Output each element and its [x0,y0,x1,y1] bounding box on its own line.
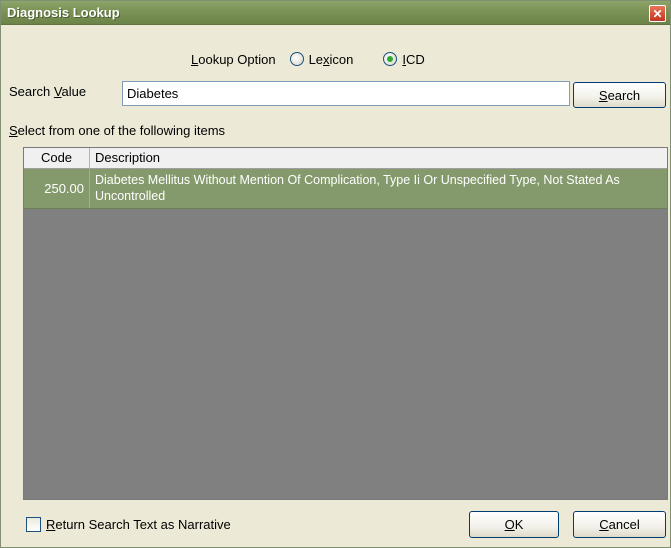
ok-button[interactable]: OK [469,511,559,538]
select-instruction: Select from one of the following items [9,123,225,138]
return-narrative-label: Return Search Text as Narrative [46,517,231,532]
search-value-input[interactable] [122,81,570,106]
column-header-description[interactable]: Description [90,148,667,168]
title-bar[interactable]: Diagnosis Lookup ✕ [1,1,670,25]
radio-icd[interactable]: ICD [383,52,425,67]
narrative-text-after: eturn Search Text as Narrative [55,517,231,532]
cancel-btn-text-after: ancel [608,517,640,532]
radio-lexicon-label: Lexicon [309,52,354,67]
search-button[interactable]: Search [573,82,666,108]
radio-lexicon-circle[interactable] [289,52,304,66]
lookup-option-label: Lookup Option [191,52,276,67]
search-value-mnemonic: V [53,84,62,99]
cancel-button[interactable]: Cancel [573,511,666,538]
lexicon-text-after: icon [329,51,354,67]
search-btn-text-after: earch [607,87,641,103]
close-icon[interactable]: ✕ [649,5,666,22]
cancel-btn-mnemonic: C [599,517,609,532]
search-value-label: Search Value [9,84,86,99]
lexicon-text-before: Le [308,51,324,67]
return-narrative-option[interactable]: Return Search Text as Narrative [26,517,231,532]
lookup-option-text-after: ookup Option [198,51,276,67]
window-title: Diagnosis Lookup [7,5,120,20]
search-value-text-after: alue [61,84,87,99]
search-btn-mnemonic: S [598,87,608,103]
radio-icd-circle[interactable] [383,52,398,66]
lookup-option-group: Lookup Option Lexicon ICD [191,49,455,69]
grid-header: Code Description [24,148,667,169]
diagnosis-lookup-dialog: Diagnosis Lookup ✕ Lookup Option Lexicon… [0,0,671,548]
select-instr-text-after: elect from one of the following items [17,123,226,138]
table-row[interactable]: 250.00 Diabetes Mellitus Without Mention… [24,169,667,209]
results-grid[interactable]: Code Description 250.00 Diabetes Mellitu… [23,147,668,500]
ok-btn-text-after: K [514,517,524,532]
row-code: 250.00 [24,169,90,208]
column-header-code[interactable]: Code [24,148,90,168]
radio-icd-label: ICD [402,52,424,67]
return-narrative-checkbox[interactable] [26,517,41,532]
select-instr-mnemonic: S [9,123,18,138]
ok-btn-mnemonic: O [504,517,515,532]
radio-lexicon[interactable]: Lexicon [289,52,354,67]
icd-text-after: CD [406,51,425,67]
narrative-mnemonic: R [46,517,56,532]
row-description: Diabetes Mellitus Without Mention Of Com… [95,173,620,203]
search-value-text-before: Search [9,84,54,99]
